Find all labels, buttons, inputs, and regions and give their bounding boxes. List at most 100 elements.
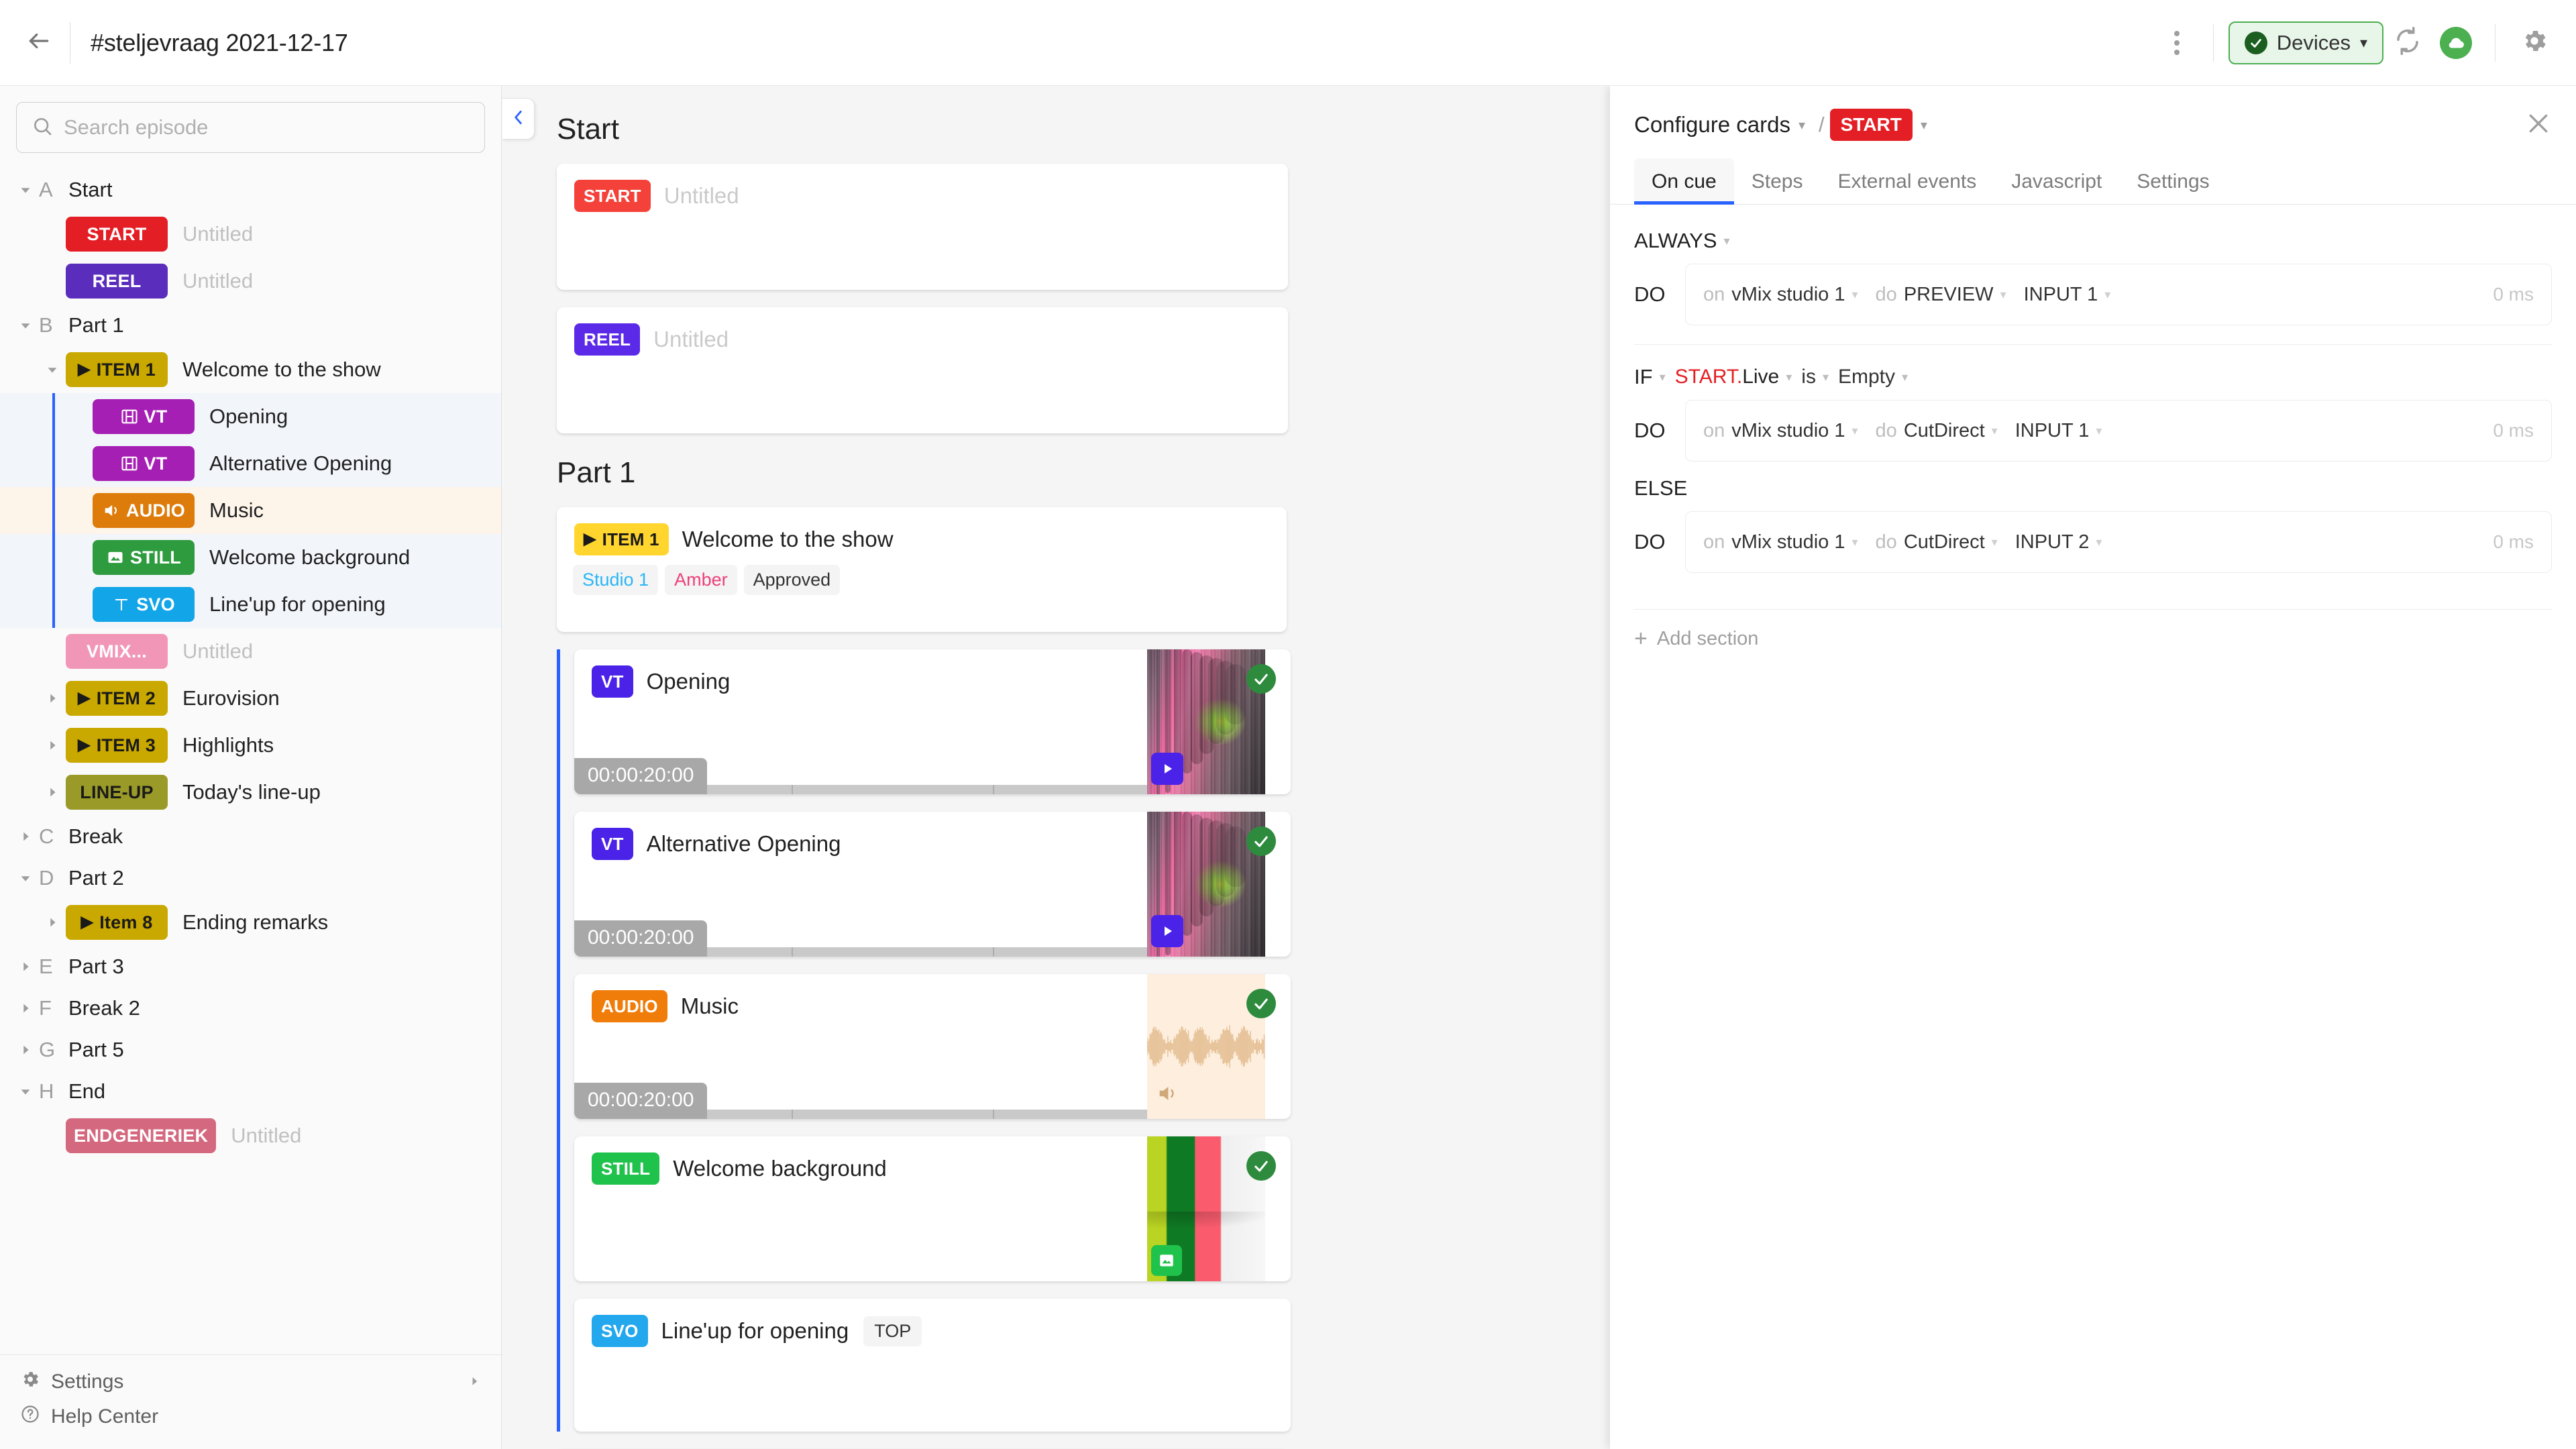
chevron-down-icon[interactable]: ▾ <box>1992 424 1998 438</box>
card-type-chip[interactable]: REEL <box>574 323 641 356</box>
tab-external-events[interactable]: External events <box>1820 158 1994 204</box>
rule-action-box[interactable]: on vMix studio 1 ▾ do CutDirect ▾ INPUT 2 ▾ 0 ms <box>1685 511 2552 573</box>
chevron-right-icon[interactable] <box>39 685 66 712</box>
tree-card-start[interactable]: START Untitled <box>0 211 501 258</box>
rule-device-value[interactable]: vMix studio 1 <box>1731 531 1845 553</box>
rule-always-dropdown[interactable]: ▾ <box>1723 234 1729 248</box>
tree-card-chip[interactable]: ▶ ITEM 2 <box>66 681 168 716</box>
rule-condition-operator[interactable]: is ▾ <box>1801 366 1829 388</box>
rule-condition-subject[interactable]: START.Live ▾ <box>1675 366 1792 388</box>
collapse-sidebar-button[interactable] <box>502 98 535 140</box>
rule-action-value[interactable]: PREVIEW <box>1904 284 1994 306</box>
tree-group-part-3[interactable]: E Part 3 <box>0 946 501 987</box>
tree-card-vt[interactable]: VT Alternative Opening <box>0 440 501 487</box>
tree-card-chip[interactable]: AUDIO <box>93 493 195 528</box>
rule-if-dropdown[interactable]: ▾ <box>1660 370 1666 384</box>
breadcrumb-card-chip[interactable]: START <box>1829 109 1913 141</box>
tree-group-start[interactable]: A Start <box>0 169 501 211</box>
card-type-chip[interactable]: VT <box>592 665 633 698</box>
tree-card-line-up[interactable]: LINE-UP Today's line-up <box>0 769 501 816</box>
rule-action-value[interactable]: CutDirect <box>1904 531 1985 553</box>
rule-delay-value[interactable]: 0 ms <box>2493 420 2534 441</box>
rule-action-box[interactable]: on vMix studio 1 ▾ do PREVIEW ▾ INPUT 1 ▾ 0 ms <box>1685 264 2552 325</box>
rundown-card-opening[interactable]: VT Opening 00:00:20:00 <box>574 649 1291 794</box>
chevron-down-icon[interactable] <box>12 865 39 892</box>
card-type-chip[interactable]: VT <box>592 828 633 860</box>
chevron-down-icon[interactable]: ▾ <box>1786 370 1792 384</box>
card-tag[interactable]: Approved <box>743 565 841 595</box>
card-type-chip[interactable]: STILL <box>592 1152 660 1185</box>
chevron-right-icon[interactable] <box>12 995 39 1022</box>
card-position-badge[interactable]: TOP <box>863 1316 922 1346</box>
tree-card-reel[interactable]: REEL Untitled <box>0 258 501 305</box>
rundown-card-item-1[interactable]: ▶ ITEM 1 Welcome to the show Studio 1 Amber A… <box>557 507 1287 632</box>
add-section-button[interactable]: + Add section <box>1634 609 2552 650</box>
rundown-card-svo[interactable]: SVO Line'up for opening TOP <box>574 1299 1291 1432</box>
chevron-down-icon[interactable]: ▾ <box>2000 288 2006 302</box>
chevron-right-icon[interactable] <box>12 953 39 980</box>
tree-card-chip[interactable]: SVO <box>93 587 195 622</box>
card-tag[interactable]: Studio 1 <box>573 565 659 595</box>
play-icon[interactable] <box>1151 915 1183 947</box>
tree-card-still[interactable]: STILL Welcome background <box>0 534 501 581</box>
chevron-down-icon[interactable]: ▾ <box>2104 288 2110 302</box>
sidebar-item-help-center[interactable]: Help Center <box>0 1399 501 1434</box>
chevron-right-icon[interactable] <box>39 732 66 759</box>
chevron-down-icon[interactable] <box>12 312 39 339</box>
chevron-right-icon[interactable] <box>39 779 66 806</box>
card-thumbnail[interactable] <box>1147 1136 1265 1281</box>
tab-on-cue[interactable]: On cue <box>1634 158 1734 205</box>
chevron-down-icon[interactable]: ▾ <box>1823 370 1829 384</box>
card-tag[interactable]: Amber <box>665 565 737 595</box>
rule-delay-value[interactable]: 0 ms <box>2493 531 2534 553</box>
sync-button[interactable] <box>2383 19 2432 67</box>
tree-card-vt[interactable]: VT Opening <box>0 393 501 440</box>
chevron-down-icon[interactable]: ▾ <box>2096 424 2102 438</box>
cloud-status-button[interactable] <box>2432 19 2480 67</box>
tree-card-chip[interactable]: VT <box>93 446 195 481</box>
search-input[interactable] <box>64 115 470 140</box>
chevron-right-icon[interactable] <box>12 823 39 850</box>
tree-card-item-1[interactable]: ▶ ITEM 1 Welcome to the show <box>0 346 501 393</box>
tree-card-chip[interactable]: LINE-UP <box>66 775 168 810</box>
tree-group-part-5[interactable]: G Part 5 <box>0 1029 501 1071</box>
tree-card-item-8[interactable]: ▶ Item 8 Ending remarks <box>0 899 501 946</box>
chevron-down-icon[interactable] <box>12 176 39 203</box>
tree-card-svo[interactable]: SVO Line'up for opening <box>0 581 501 628</box>
rule-delay-value[interactable]: 0 ms <box>2493 284 2534 305</box>
card-type-chip[interactable]: SVO <box>592 1315 648 1347</box>
tree-group-break-2[interactable]: F Break 2 <box>0 987 501 1029</box>
chevron-down-icon[interactable]: ▾ <box>1852 535 1858 549</box>
back-button[interactable] <box>17 21 60 64</box>
rule-device-value[interactable]: vMix studio 1 <box>1731 420 1845 442</box>
rule-target-value[interactable]: INPUT 1 <box>2015 420 2090 442</box>
tab-steps[interactable]: Steps <box>1734 158 1821 204</box>
chevron-down-icon[interactable]: ▾ <box>1852 424 1858 438</box>
tab-javascript[interactable]: Javascript <box>1994 158 2119 204</box>
close-panel-button[interactable] <box>2525 110 2552 140</box>
chevron-down-icon[interactable]: ▾ <box>1799 117 1805 133</box>
play-icon[interactable] <box>1151 753 1183 785</box>
rule-target-value[interactable]: INPUT 1 <box>2024 284 2098 306</box>
tree-group-break[interactable]: C Break <box>0 816 501 857</box>
chevron-down-icon[interactable]: ▾ <box>2096 535 2102 549</box>
rundown-card-reel[interactable]: REEL Untitled <box>557 307 1288 433</box>
card-thumbnail[interactable] <box>1147 974 1265 1119</box>
card-thumbnail[interactable] <box>1147 649 1265 794</box>
chevron-down-icon[interactable] <box>12 1078 39 1105</box>
chevron-down-icon[interactable] <box>39 356 66 383</box>
tree-card-item-2[interactable]: ▶ ITEM 2 Eurovision <box>0 675 501 722</box>
search-box[interactable] <box>16 102 485 153</box>
tree-card-audio[interactable]: AUDIO Music <box>0 487 501 534</box>
rule-action-value[interactable]: CutDirect <box>1904 420 1985 442</box>
tree-card-chip[interactable]: ▶ Item 8 <box>66 905 168 940</box>
tree-group-end[interactable]: H End <box>0 1071 501 1112</box>
tree-group-part-1[interactable]: B Part 1 <box>0 305 501 346</box>
tree-card-item-3[interactable]: ▶ ITEM 3 Highlights <box>0 722 501 769</box>
tree-card-chip[interactable]: ENDGENERIEK <box>66 1118 217 1153</box>
chevron-down-icon[interactable]: ▾ <box>1902 370 1908 384</box>
card-type-chip[interactable]: ▶ ITEM 1 <box>574 523 669 555</box>
chevron-down-icon[interactable]: ▾ <box>1852 288 1858 302</box>
tree-card-chip[interactable]: VMIX... <box>66 634 168 669</box>
tree-group-part-2[interactable]: D Part 2 <box>0 857 501 899</box>
